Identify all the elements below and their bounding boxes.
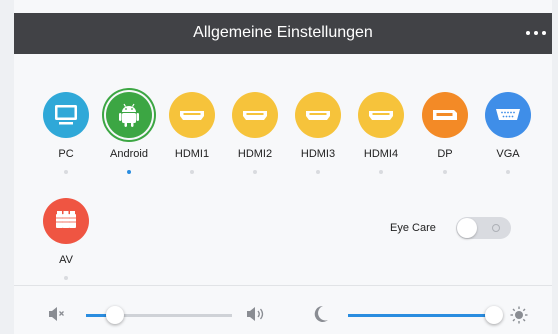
source-label: HDMI4 xyxy=(363,148,399,160)
source-label: HDMI1 xyxy=(174,148,210,160)
source-av[interactable]: AV xyxy=(35,198,97,280)
source-indicator xyxy=(379,170,383,174)
source-hdmi4[interactable]: HDMI4 xyxy=(350,92,412,174)
source-hdmi2[interactable]: HDMI2 xyxy=(224,92,286,174)
hdmi-icon xyxy=(358,92,404,138)
brightness-slider-thumb[interactable] xyxy=(485,306,503,324)
toggle-knob xyxy=(457,218,477,238)
moon-icon[interactable] xyxy=(313,305,329,328)
hdmi-icon xyxy=(232,92,278,138)
toggle-off-indicator xyxy=(492,224,500,232)
source-indicator xyxy=(316,170,320,174)
settings-panel: Allgemeine Einstellungen PC Android HDMI… xyxy=(14,0,552,334)
source-indicator xyxy=(443,170,447,174)
source-label: AV xyxy=(59,254,73,266)
selected-indicator xyxy=(127,170,131,174)
volume-mute-icon[interactable] xyxy=(48,306,66,327)
source-label: DP xyxy=(437,148,453,160)
source-hdmi3[interactable]: HDMI3 xyxy=(287,92,349,174)
hdmi-icon xyxy=(169,92,215,138)
volume-slider-thumb[interactable] xyxy=(106,306,124,324)
displayport-icon xyxy=(422,92,468,138)
source-indicator xyxy=(64,170,68,174)
volume-slider[interactable] xyxy=(86,306,232,324)
source-dp[interactable]: DP xyxy=(414,92,476,174)
source-label: HDMI3 xyxy=(300,148,336,160)
source-label: VGA xyxy=(496,148,520,160)
source-label: HDMI2 xyxy=(237,148,273,160)
source-label: Android xyxy=(110,148,148,160)
divider xyxy=(14,285,552,286)
source-indicator xyxy=(64,276,68,280)
android-icon xyxy=(106,92,152,138)
source-vga[interactable]: VGA xyxy=(477,92,539,174)
page-title: Allgemeine Einstellungen xyxy=(193,24,373,41)
sun-icon[interactable] xyxy=(510,306,528,329)
source-pc[interactable]: PC xyxy=(35,92,97,174)
brightness-slider[interactable] xyxy=(348,306,503,324)
header-bar: Allgemeine Einstellungen xyxy=(14,13,552,54)
source-indicator xyxy=(253,170,257,174)
source-hdmi1[interactable]: HDMI1 xyxy=(161,92,223,174)
vga-icon xyxy=(485,92,531,138)
brightness-slider-fill xyxy=(348,314,494,317)
source-android[interactable]: Android xyxy=(98,92,160,174)
source-label: PC xyxy=(58,148,74,160)
volume-high-icon[interactable] xyxy=(246,306,266,327)
source-indicator xyxy=(506,170,510,174)
eye-care-toggle[interactable] xyxy=(456,217,511,239)
av-icon xyxy=(43,198,89,244)
source-indicator xyxy=(190,170,194,174)
hdmi-icon xyxy=(295,92,341,138)
more-options-icon[interactable] xyxy=(526,31,546,35)
monitor-icon xyxy=(43,92,89,138)
eye-care-label: Eye Care xyxy=(390,222,436,234)
